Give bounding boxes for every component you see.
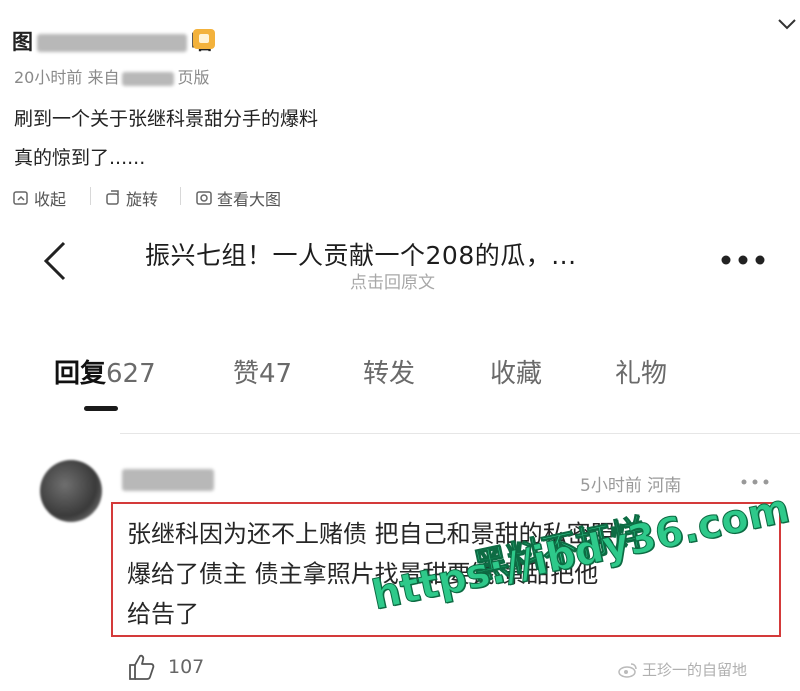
post-time-source: 20小时前 来自 [14, 68, 120, 87]
tab-gift[interactable]: 礼物 [615, 353, 667, 390]
post-meta: 20小时前 来自 页版 [14, 64, 209, 88]
toolbar-divider [90, 187, 91, 205]
post-source-suffix: 页版 [177, 68, 210, 87]
rotate-icon [106, 190, 119, 205]
thumbs-up-icon[interactable] [126, 652, 156, 682]
more-icon[interactable] [720, 254, 766, 266]
redacted-source [122, 71, 175, 86]
vip-badge-icon [193, 29, 215, 49]
back-arrow-icon[interactable] [42, 240, 70, 282]
rotate-label: 旋转 [126, 190, 159, 209]
collapse-label: 收起 [34, 190, 67, 209]
collapse-icon [13, 191, 28, 205]
divider [120, 433, 800, 434]
source-watermark: 王珍一的自留地 [618, 659, 747, 680]
tab-likes-count: 47 [259, 359, 293, 389]
view-large-label: 查看大图 [217, 190, 282, 209]
tab-likes-label: 赞 [233, 359, 260, 389]
active-tab-indicator [84, 406, 118, 411]
tab-reply-count: 627 [106, 359, 156, 389]
collapse-button[interactable]: 收起 [12, 186, 66, 210]
post-text-line: 真的惊到了...... [14, 147, 146, 169]
tab-repost[interactable]: 转发 [363, 353, 415, 390]
tab-reply-label: 回复 [54, 359, 107, 389]
back-to-original-link[interactable]: 点击回原文 [350, 268, 435, 293]
tab-likes[interactable]: 赞47 [233, 353, 292, 390]
weibo-logo-icon [618, 662, 637, 678]
avatar[interactable] [40, 460, 102, 522]
chevron-down-icon[interactable] [776, 14, 798, 34]
tab-reply[interactable]: 回复627 [54, 353, 156, 390]
view-large-button[interactable]: 查看大图 [195, 186, 281, 210]
comment-text-line: 给告了 [127, 600, 199, 628]
tab-favorite[interactable]: 收藏 [490, 353, 542, 390]
like-count: 107 [168, 656, 205, 678]
embedded-post-title: 振兴七组！一人贡献一个208的瓜，... [145, 241, 577, 270]
image-icon [196, 191, 212, 205]
toolbar-divider [180, 187, 181, 205]
comment-meta: 5小时前 河南 [580, 476, 682, 496]
rotate-button[interactable]: 旋转 [104, 186, 158, 210]
source-watermark-text: 王珍一的自留地 [642, 661, 748, 679]
redacted-author-name [37, 34, 187, 52]
comment-more-icon[interactable] [740, 478, 770, 486]
author-name-start: 图 [12, 30, 33, 54]
redacted-commenter-name [122, 469, 214, 491]
post-text-line: 刷到一个关于张继科景甜分手的爆料 [14, 108, 319, 130]
author-name[interactable]: 图唱 [12, 26, 212, 56]
